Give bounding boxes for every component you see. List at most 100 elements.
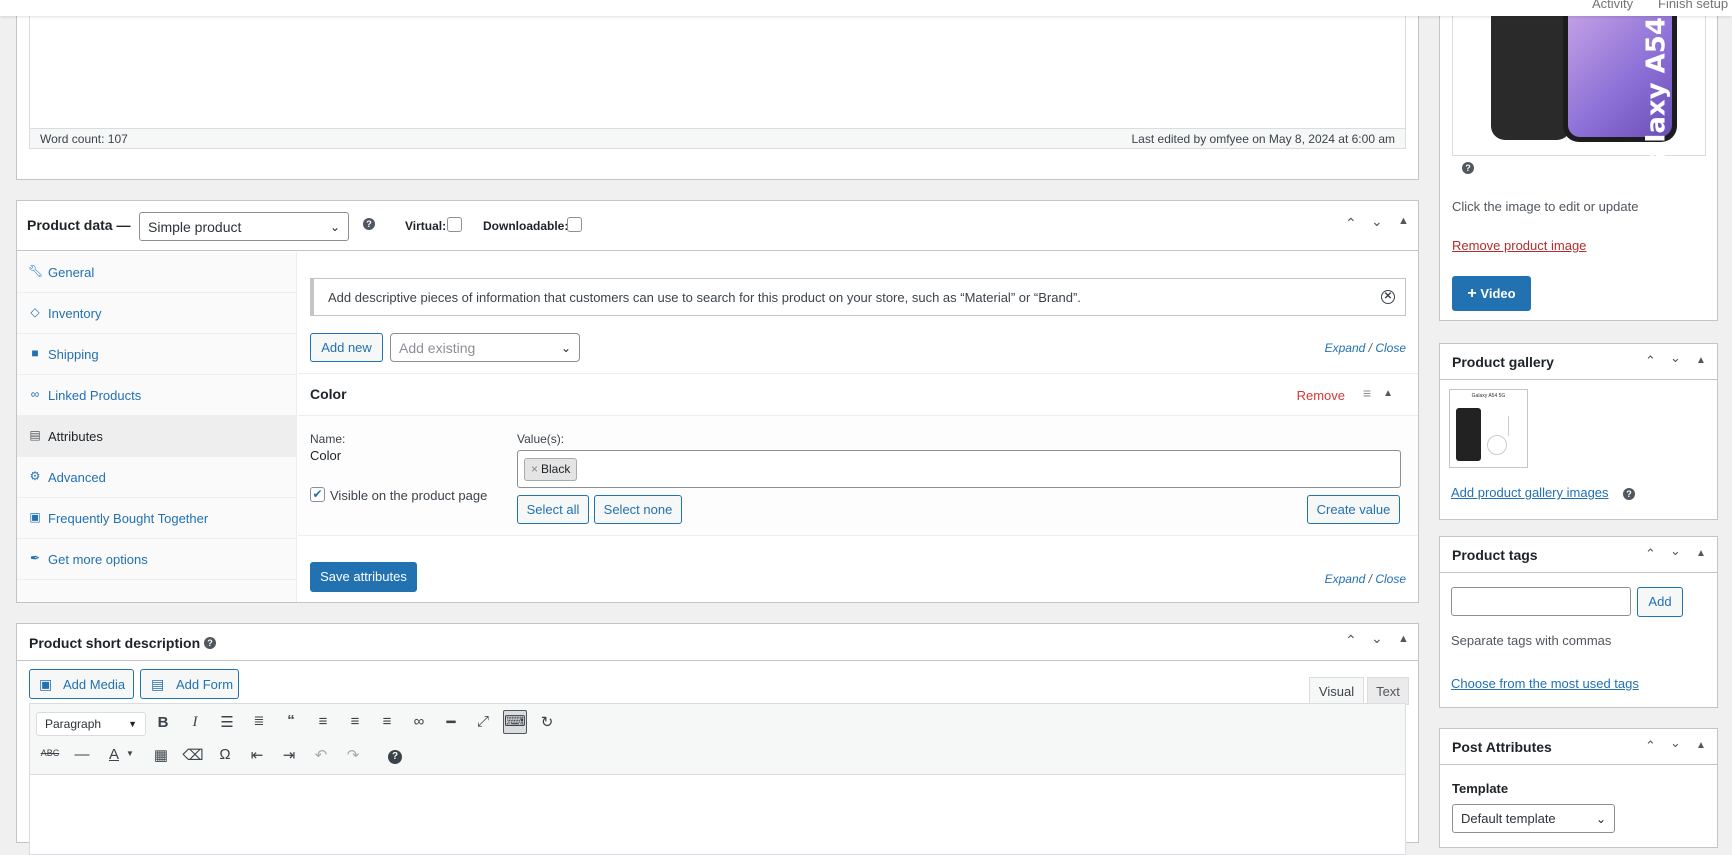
remove-attribute-link[interactable]: Remove (1297, 388, 1345, 403)
outdent-icon[interactable]: ⇤ (245, 746, 269, 764)
product-image[interactable]: Galaxy A54 5G (1452, 0, 1706, 181)
expand-link[interactable]: Expand (1325, 572, 1366, 586)
move-down-icon[interactable]: ⌄ (1670, 350, 1681, 366)
tags-hint: Separate tags with commas (1451, 633, 1612, 648)
post-attributes-header: Post Attributes ⌃ ⌄ ▲ (1440, 729, 1717, 765)
tags-title: Product tags (1452, 547, 1538, 563)
attribute-header[interactable]: Color Remove ≡ ▲ (298, 374, 1418, 416)
add-tag-button[interactable]: Add (1637, 587, 1683, 617)
remove-product-image-link[interactable]: Remove product image (1452, 238, 1586, 253)
template-select[interactable]: Default template ⌄ (1452, 804, 1615, 833)
add-form-button[interactable]: ▤ Add Form (140, 669, 239, 699)
bold-icon[interactable]: B (151, 714, 175, 731)
help-icon[interactable]: ? (1623, 488, 1635, 500)
add-media-button[interactable]: ▣ Add Media (29, 669, 134, 699)
read-more-icon[interactable]: ━ (439, 713, 463, 731)
move-up-icon[interactable]: ⌃ (1645, 738, 1656, 754)
activity-link[interactable]: Activity (1592, 0, 1633, 11)
visible-checkbox[interactable]: ✔ (310, 487, 325, 502)
link-icon[interactable]: ∞ (407, 713, 431, 730)
collapse-toggle-icon[interactable]: ▲ (1696, 355, 1706, 366)
dismiss-icon[interactable]: ✕ (1381, 290, 1395, 304)
content-editor: Word count: 107 Last edited by omfyee on… (16, 0, 1419, 180)
gallery-thumbnail[interactable]: Galaxy A54 5G (1449, 389, 1528, 468)
move-down-icon[interactable]: ⌄ (1371, 630, 1383, 647)
tab-advanced[interactable]: ⚙ Advanced (17, 457, 297, 498)
close-link[interactable]: Close (1375, 572, 1406, 586)
undo-icon[interactable]: ↶ (309, 746, 333, 764)
collapse-toggle-icon[interactable]: ▲ (1398, 633, 1409, 645)
add-gallery-images-link[interactable]: Add product gallery images (1451, 485, 1609, 500)
move-up-icon[interactable]: ⌃ (1645, 353, 1656, 369)
fullscreen-icon[interactable]: ⤢ (471, 713, 495, 730)
short-description-title: Product short description (29, 635, 201, 651)
numbered-list-icon[interactable]: ≣ (247, 713, 271, 729)
align-right-icon[interactable]: ≡ (375, 713, 399, 730)
move-down-icon[interactable]: ⌄ (1670, 543, 1681, 559)
tab-get-more-options[interactable]: ✒ Get more options (17, 539, 297, 580)
tag-input[interactable] (1451, 587, 1631, 616)
special-character-icon[interactable]: Ω (213, 746, 237, 763)
horizontal-line-icon[interactable]: — (70, 746, 94, 763)
move-up-icon[interactable]: ⌃ (1345, 632, 1357, 649)
short-description-editor[interactable] (29, 775, 1406, 855)
indent-icon[interactable]: ⇥ (277, 746, 301, 764)
tab-frequently-bought-together[interactable]: ▣ Frequently Bought Together (17, 498, 297, 539)
tab-linked-products[interactable]: ∞ Linked Products (17, 375, 297, 416)
move-up-icon[interactable]: ⌃ (1345, 215, 1357, 232)
choose-most-used-tags-link[interactable]: Choose from the most used tags (1451, 676, 1639, 691)
remove-tag-icon[interactable]: × (531, 462, 538, 476)
video-button[interactable]: + Video (1452, 276, 1531, 311)
clear-formatting-icon[interactable]: ⌫ (181, 746, 205, 764)
add-new-attribute-button[interactable]: Add new (310, 333, 383, 362)
paste-text-icon[interactable]: ▦ (149, 746, 173, 764)
thumbnail-phone (1456, 408, 1481, 461)
help-icon[interactable]: ? (388, 750, 402, 764)
align-center-icon[interactable]: ≡ (343, 713, 367, 730)
strikethrough-icon[interactable]: ABC (38, 748, 62, 758)
help-icon[interactable]: ? (1462, 162, 1474, 174)
tab-text[interactable]: Text (1367, 677, 1409, 705)
tab-visual[interactable]: Visual (1309, 677, 1364, 705)
product-type-select[interactable]: Simple product ⌄ (139, 212, 349, 241)
create-value-button[interactable]: Create value (1307, 495, 1400, 524)
drag-handle-icon[interactable]: ≡ (1363, 385, 1371, 401)
move-down-icon[interactable]: ⌄ (1371, 213, 1383, 230)
finish-setup-link[interactable]: Finish setup (1658, 0, 1728, 11)
tab-general[interactable]: 🔧︎ General (17, 252, 297, 293)
align-left-icon[interactable]: ≡ (311, 713, 335, 730)
values-input[interactable]: × Black (517, 450, 1401, 488)
downloadable-checkbox[interactable] (567, 217, 582, 232)
redo-icon[interactable]: ↷ (341, 746, 365, 764)
add-existing-select[interactable]: Add existing ⌄ (390, 333, 580, 362)
close-link[interactable]: Close (1375, 341, 1406, 355)
caret-down-icon[interactable]: ▼ (118, 749, 142, 758)
tab-inventory[interactable]: ◇ Inventory (17, 293, 297, 334)
tab-shipping[interactable]: ■ Shipping (17, 334, 297, 375)
editor-content-area[interactable] (30, 0, 1405, 128)
help-icon[interactable]: ? (363, 218, 375, 230)
move-up-icon[interactable]: ⌃ (1645, 546, 1656, 562)
help-icon[interactable]: ? (204, 637, 216, 649)
blockquote-icon[interactable]: “ (279, 712, 303, 729)
virtual-checkbox[interactable] (447, 217, 462, 232)
last-edited: Last edited by omfyee on May 8, 2024 at … (1131, 132, 1396, 146)
italic-icon[interactable]: I (183, 714, 207, 731)
collapse-toggle-icon[interactable]: ▲ (1383, 388, 1393, 399)
select-none-button[interactable]: Select none (594, 495, 682, 524)
gallery-header: Product gallery ⌃ ⌄ ▲ (1440, 344, 1717, 380)
collapse-toggle-icon[interactable]: ▲ (1696, 740, 1706, 751)
bullet-list-icon[interactable]: ☰ (215, 713, 239, 731)
collapse-toggle-icon[interactable]: ▲ (1696, 548, 1706, 559)
separator: / (1365, 341, 1376, 355)
collapse-toggle-icon[interactable]: ▲ (1398, 215, 1409, 227)
move-down-icon[interactable]: ⌄ (1670, 735, 1681, 751)
tab-label: Advanced (48, 470, 106, 485)
format-select[interactable]: Paragraph ▼ (36, 712, 146, 736)
toolbar-toggle-icon[interactable]: ⌨ (503, 710, 527, 734)
tab-attributes[interactable]: ▤ Attributes (17, 416, 297, 457)
save-attributes-button[interactable]: Save attributes (310, 562, 417, 592)
select-all-button[interactable]: Select all (517, 495, 589, 524)
expand-link[interactable]: Expand (1325, 341, 1366, 355)
sync-icon[interactable]: ↻ (535, 713, 559, 731)
